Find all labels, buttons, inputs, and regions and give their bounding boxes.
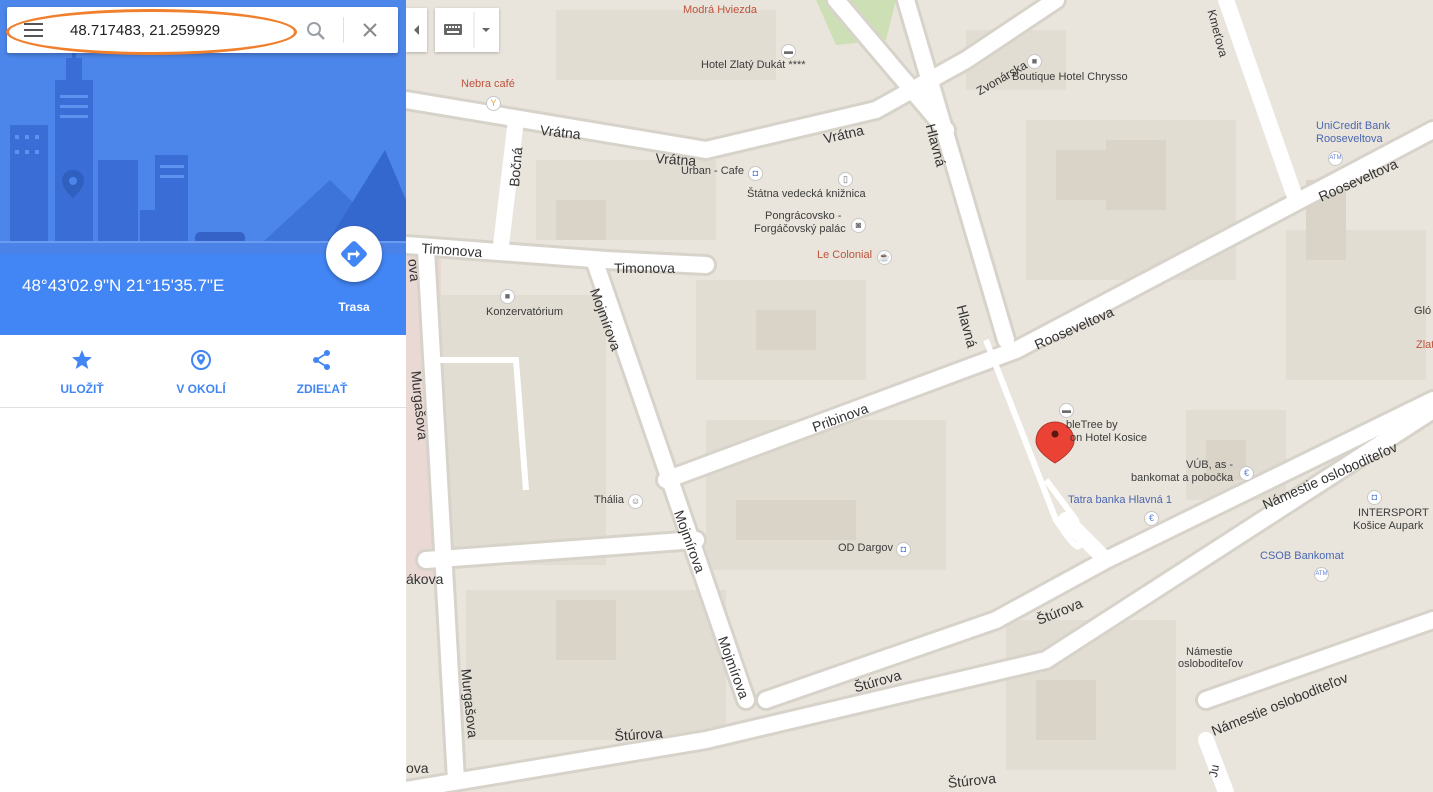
poi-zlaty-dukat[interactable]: Hotel Zlatý Dukát **** xyxy=(701,59,806,72)
landmark-icon: ■ xyxy=(500,289,515,304)
poi-doubletree-1[interactable]: bleTree by xyxy=(1066,419,1118,432)
street-label-sturova-1: Štúrova xyxy=(614,724,664,744)
poi-intersport-2[interactable]: Košice Aupark xyxy=(1353,520,1423,533)
poi-intersport-1[interactable]: INTERSPORT xyxy=(1358,507,1429,520)
store-icon: ◘ xyxy=(1367,490,1382,505)
search-divider xyxy=(343,17,344,43)
collapse-panel-button[interactable] xyxy=(406,8,427,52)
poi-colonial[interactable]: Le Colonial xyxy=(817,249,872,262)
map-canvas[interactable]: Vrátna Vrátna Vrátna Bočná Timonova Timo… xyxy=(406,0,1433,792)
nearby-label: V OKOLÍ xyxy=(176,382,226,396)
poi-urban-cafe[interactable]: Urban - Cafe xyxy=(681,165,744,178)
hotel-icon: ▬ xyxy=(781,44,796,59)
chevron-left-icon xyxy=(414,25,419,35)
input-tools-button[interactable] xyxy=(435,8,499,52)
map-roads xyxy=(406,0,1433,792)
hotel-icon-3: ▬ xyxy=(1059,403,1074,418)
street-label-timonova-2: Timonova xyxy=(614,260,675,276)
street-label-ova: ova xyxy=(406,258,424,283)
poi-namestie-2: osloboditeľov xyxy=(1178,658,1243,670)
euro-icon-2: € xyxy=(1144,511,1159,526)
action-bar: ULOŽIŤ V OKOLÍ ZDIEĽAŤ xyxy=(0,335,406,408)
directions-label[interactable]: Trasa xyxy=(322,300,386,314)
poi-doubletree-2[interactable]: on Hotel Kosice xyxy=(1070,432,1147,445)
theater-icon: ☺ xyxy=(628,494,643,509)
camera-icon: ◙ xyxy=(851,218,866,233)
poi-tatra[interactable]: Tatra banka Hlavná 1 xyxy=(1068,494,1172,507)
poi-modra-hviezda[interactable]: Modrá Hviezda xyxy=(683,4,757,17)
poi-boutique[interactable]: Boutique Hotel Chrysso xyxy=(1012,71,1128,84)
keyboard-icon xyxy=(444,12,490,48)
directions-button[interactable] xyxy=(326,226,382,282)
street-label-akova: ákova xyxy=(406,571,444,587)
atm-icon-2: ATM xyxy=(1314,567,1329,582)
shopping-icon-2: ◘ xyxy=(896,542,911,557)
poi-nebra[interactable]: Nebra café xyxy=(461,78,515,91)
library-icon: ▯ xyxy=(838,172,853,187)
street-label-ju: Ju xyxy=(1206,763,1222,779)
directions-icon xyxy=(341,241,367,267)
poi-palac-1[interactable]: Pongrácovsko - xyxy=(765,210,841,223)
nearby-pin-icon xyxy=(191,350,211,370)
poi-konzervatorium[interactable]: Konzervatórium xyxy=(486,306,563,319)
place-panel: 48°43'02.9"N 21°15'35.7"E Trasa ULOŽIŤ V… xyxy=(0,0,406,792)
hotel-icon-2: ■ xyxy=(1027,54,1042,69)
poi-unicredit[interactable]: UniCredit Bank Rooseveltova xyxy=(1316,120,1416,146)
poi-kniznica[interactable]: Štátna vedecká knižnica xyxy=(747,188,866,201)
poi-palac-2[interactable]: Forgáčovský palác xyxy=(754,223,846,236)
cafe-icon: Y xyxy=(486,96,501,111)
close-icon[interactable] xyxy=(362,22,378,38)
poi-dargov[interactable]: OD Dargov xyxy=(838,542,893,555)
poi-zla[interactable]: Zlat xyxy=(1416,339,1433,352)
street-label-ova-2: ova xyxy=(406,760,429,776)
share-label: ZDIEĽAŤ xyxy=(296,382,348,396)
share-icon xyxy=(313,350,330,370)
save-button[interactable]: ULOŽIŤ xyxy=(27,349,137,396)
euro-icon-1: € xyxy=(1239,466,1254,481)
save-label: ULOŽIŤ xyxy=(60,382,104,396)
shopping-icon: ◘ xyxy=(748,166,763,181)
search-highlight-annotation xyxy=(6,9,297,55)
poi-glo[interactable]: Gló xyxy=(1414,305,1431,318)
star-icon xyxy=(72,350,92,369)
share-button[interactable]: ZDIEĽAŤ xyxy=(267,349,377,396)
search-icon[interactable] xyxy=(305,20,327,42)
poi-thalia[interactable]: Thália xyxy=(594,494,624,507)
nearby-button[interactable]: V OKOLÍ xyxy=(146,349,256,396)
coffee-icon: ☕ xyxy=(877,250,892,265)
poi-csob[interactable]: CSOB Bankomat xyxy=(1260,550,1344,563)
atm-icon-1: ATM xyxy=(1328,151,1343,166)
place-coordinates: 48°43'02.9"N 21°15'35.7"E xyxy=(22,276,225,295)
poi-vub-2[interactable]: bankomat a pobočka xyxy=(1131,472,1233,485)
poi-vub-1[interactable]: VÚB, as - xyxy=(1186,459,1233,472)
